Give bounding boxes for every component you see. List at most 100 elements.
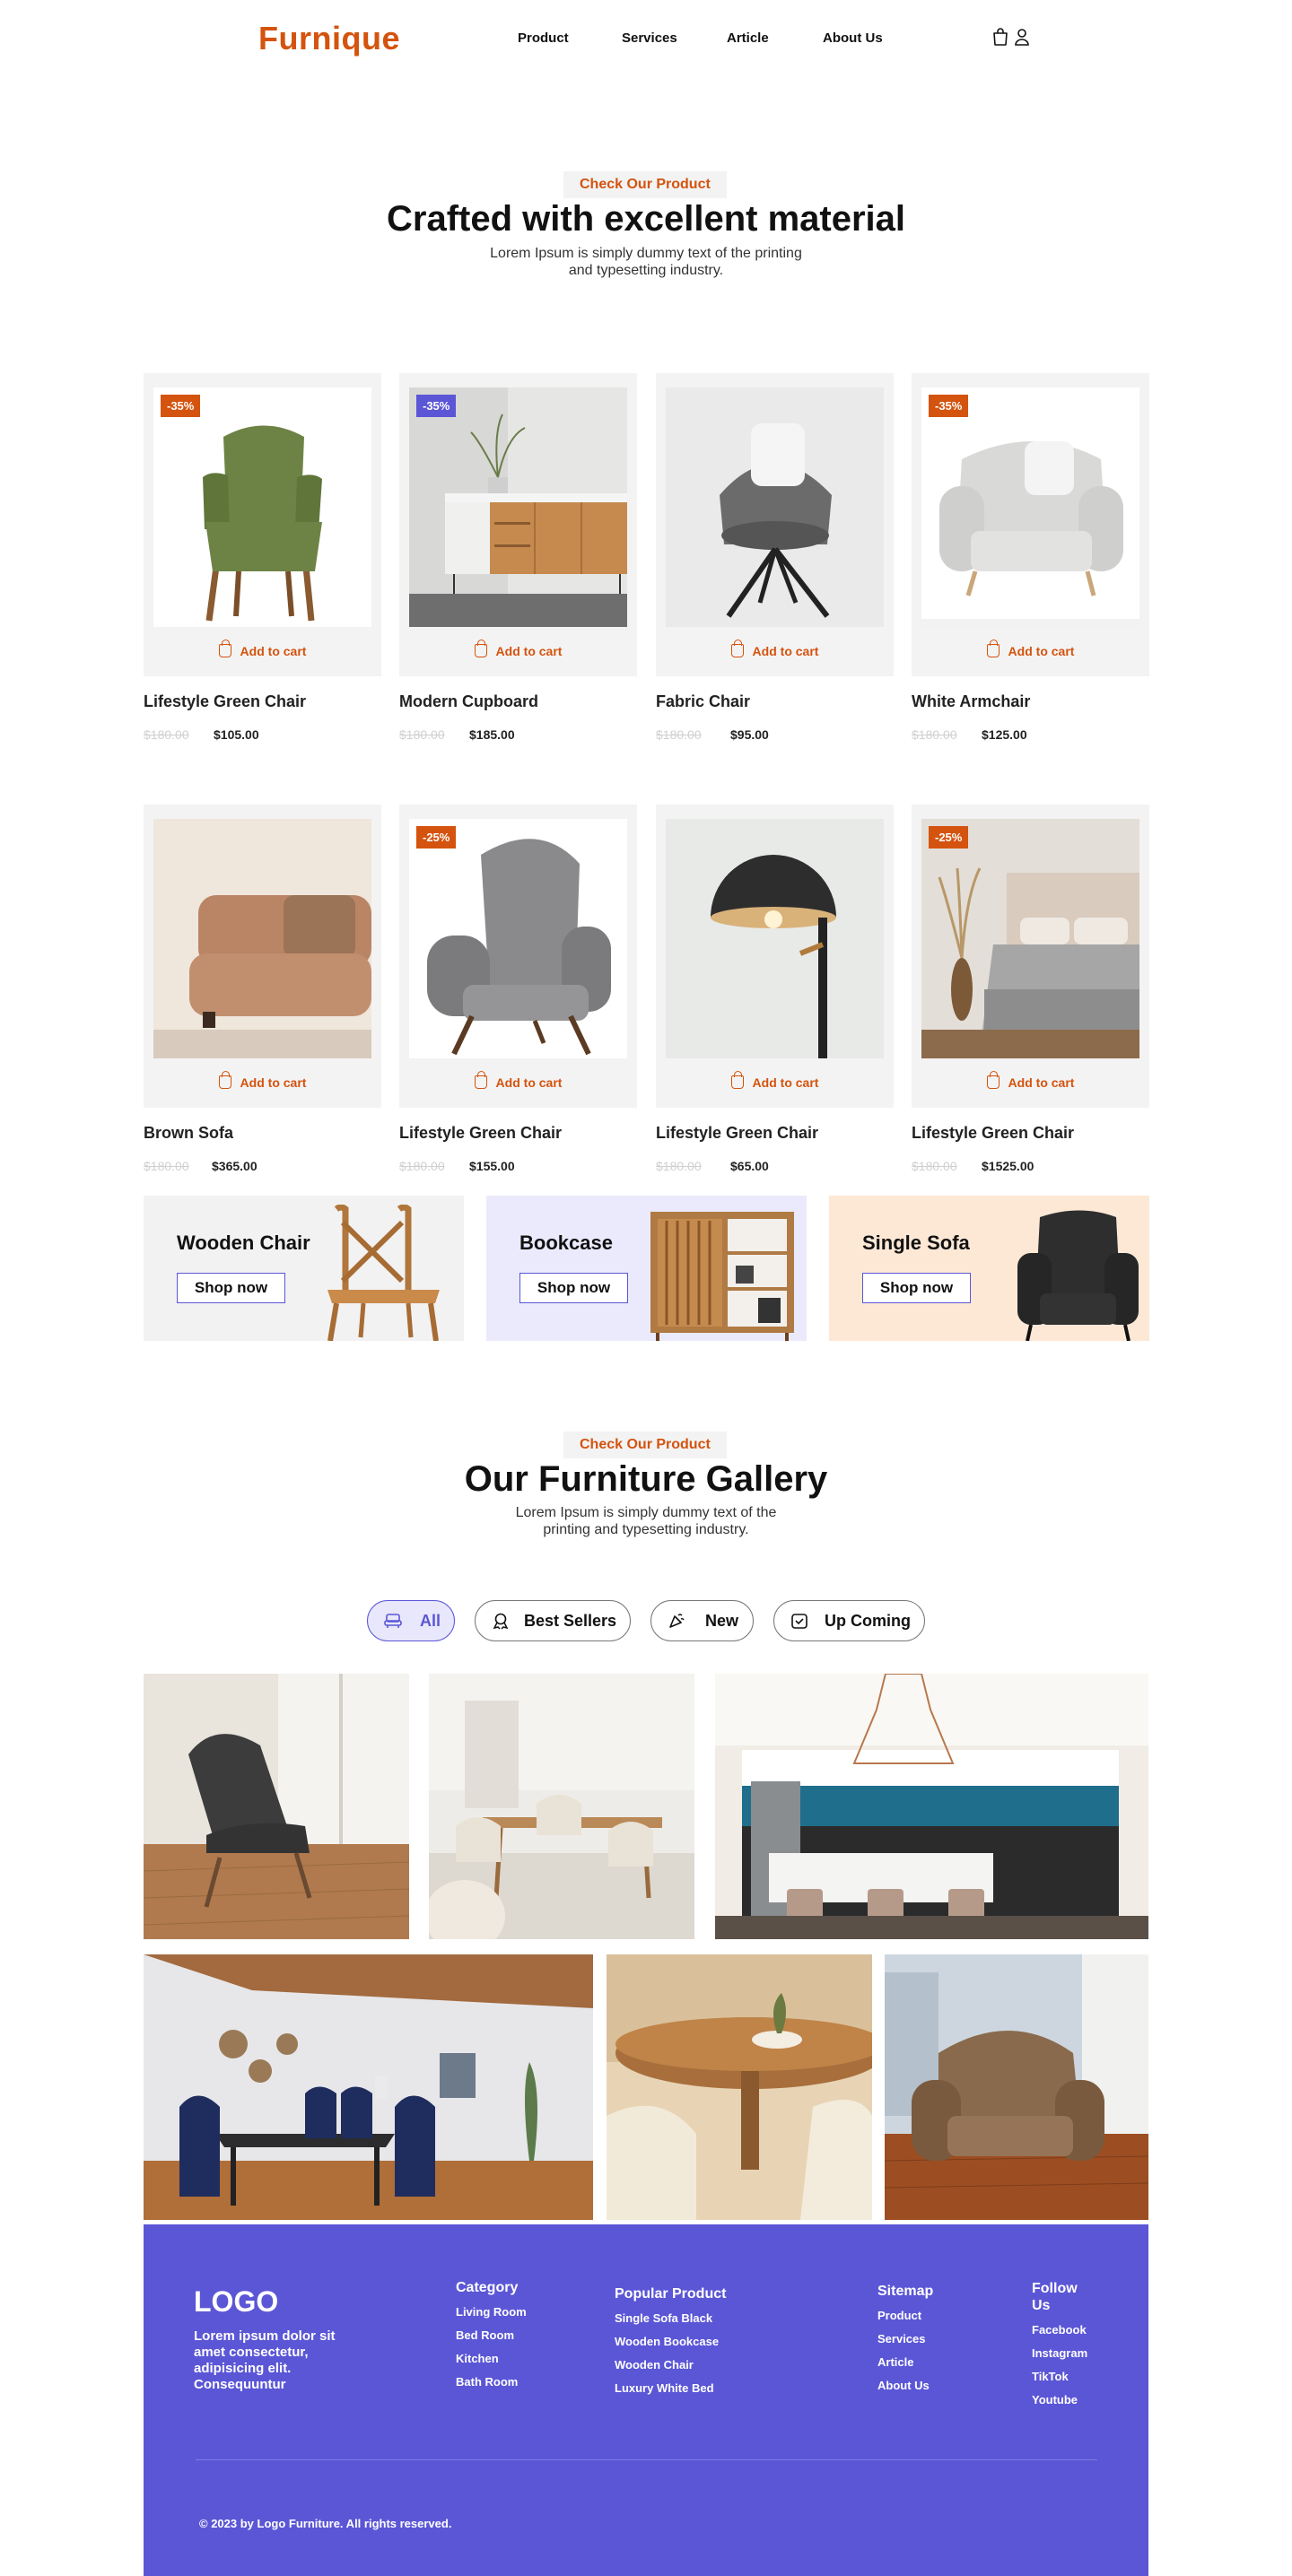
promo-banner-wooden-chair[interactable]: Wooden Chair Shop now <box>144 1196 464 1341</box>
shop-now-button[interactable]: Shop now <box>519 1273 628 1303</box>
add-to-cart-button[interactable]: Add to cart <box>912 1071 1149 1090</box>
user-icon[interactable] <box>1014 27 1030 47</box>
footer-link-luxury-white-bed[interactable]: Luxury White Bed <box>615 2381 767 2395</box>
product-image-fabric-chair <box>666 387 884 627</box>
product-name[interactable]: Lifestyle Green Chair <box>912 1124 1074 1143</box>
gallery-title: Our Furniture Gallery <box>464 1459 828 1499</box>
footer-link-instagram[interactable]: Instagram <box>1032 2346 1093 2360</box>
old-price: $180.00 <box>912 727 957 742</box>
product-name[interactable]: White Armchair <box>912 692 1030 711</box>
add-to-cart-button[interactable]: Add to cart <box>144 640 381 658</box>
footer-link-wooden-chair[interactable]: Wooden Chair <box>615 2358 767 2371</box>
shopping-bag-icon[interactable] <box>992 27 1008 47</box>
filter-new-button[interactable]: New <box>650 1600 754 1641</box>
nav-link-product[interactable]: Product <box>518 30 569 46</box>
product-name[interactable]: Lifestyle Green Chair <box>144 692 306 711</box>
footer-link-bath-room[interactable]: Bath Room <box>456 2375 528 2389</box>
shopping-bag-icon <box>218 1071 231 1089</box>
footer-link-youtube[interactable]: Youtube <box>1032 2393 1093 2406</box>
product-price: $65.00 <box>730 1159 769 1173</box>
award-icon <box>492 1612 510 1630</box>
product-card[interactable]: -35% Add to cart <box>399 373 637 676</box>
gallery-subtitle-line1: Lorem Ipsum is simply dummy text of the <box>515 1505 777 1520</box>
footer-link-article[interactable]: Article <box>877 2355 958 2369</box>
promo-title: Single Sofa <box>862 1231 970 1254</box>
footer-link-wooden-bookcase[interactable]: Wooden Bookcase <box>615 2335 767 2348</box>
product-name[interactable]: Lifestyle Green Chair <box>399 1124 562 1143</box>
filter-label: New <box>705 1611 739 1630</box>
product-card[interactable]: Add to cart <box>144 805 381 1108</box>
footer-link-services[interactable]: Services <box>877 2332 958 2345</box>
product-card[interactable]: Add to cart <box>656 373 894 676</box>
footer-link-bed-room[interactable]: Bed Room <box>456 2328 528 2342</box>
top-nav: Furnique Product Services Article About … <box>0 0 1292 81</box>
nav-link-services[interactable]: Services <box>622 30 677 46</box>
product-card[interactable]: -25% Add to cart <box>912 805 1149 1108</box>
promo-banner-bookcase[interactable]: Bookcase Shop now <box>486 1196 807 1341</box>
shopping-bag-icon <box>474 640 487 657</box>
product-image-floor-lamp <box>666 819 884 1058</box>
product-card[interactable]: -35% Add to cart <box>912 373 1149 676</box>
discount-badge: -25% <box>416 826 457 849</box>
section-pill: Check Our Product <box>563 171 727 198</box>
add-to-cart-button[interactable]: Add to cart <box>399 1071 637 1090</box>
product-name[interactable]: Lifestyle Green Chair <box>656 1124 818 1143</box>
footer-heading-sitemap: Sitemap <box>877 2284 934 2299</box>
product-card[interactable]: -25% Add to cart <box>399 805 637 1108</box>
nav-link-article[interactable]: Article <box>727 30 769 46</box>
filter-all-button[interactable]: All <box>367 1600 455 1641</box>
section-subtitle-line1: Lorem Ipsum is simply dummy text of the … <box>490 246 802 261</box>
footer-link-kitchen[interactable]: Kitchen <box>456 2352 528 2365</box>
gallery-image-kitchen[interactable] <box>715 1674 1148 1939</box>
footer-link-tiktok[interactable]: TikTok <box>1032 2370 1093 2383</box>
footer-link-single-sofa-black[interactable]: Single Sofa Black <box>615 2311 767 2325</box>
discount-badge: -25% <box>929 826 969 849</box>
shop-now-button[interactable]: Shop now <box>862 1273 971 1303</box>
footer-heading-follow-us: Follow Us <box>1032 2281 1078 2313</box>
gallery-image-blue-dining[interactable] <box>144 1954 593 2220</box>
old-price: $180.00 <box>656 1159 702 1173</box>
promo-banner-single-sofa[interactable]: Single Sofa Shop now <box>829 1196 1149 1341</box>
footer-description: Lorem ipsum dolor sit amet consectetur, … <box>194 2328 336 2392</box>
gallery-pill: Check Our Product <box>563 1432 727 1458</box>
gallery-image-round-table[interactable] <box>607 1954 872 2220</box>
filter-label: Up Coming <box>825 1611 911 1630</box>
footer-link-facebook[interactable]: Facebook <box>1032 2323 1093 2337</box>
add-to-cart-button[interactable]: Add to cart <box>399 640 637 658</box>
footer-link-product[interactable]: Product <box>877 2309 958 2322</box>
footer-link-about-us[interactable]: About Us <box>877 2379 958 2392</box>
shopping-bag-icon <box>986 1071 1000 1089</box>
nav-link-about-us[interactable]: About Us <box>823 30 883 46</box>
add-to-cart-button[interactable]: Add to cart <box>912 640 1149 658</box>
product-image-green-chair <box>153 387 371 627</box>
product-name[interactable]: Fabric Chair <box>656 692 750 711</box>
sofa-icon <box>384 1612 402 1630</box>
add-to-cart-button[interactable]: Add to cart <box>144 1071 381 1090</box>
add-to-cart-button[interactable]: Add to cart <box>656 640 894 658</box>
filter-best-sellers-button[interactable]: Best Sellers <box>475 1600 631 1641</box>
footer-copyright: © 2023 by Logo Furniture. All rights res… <box>199 2517 452 2530</box>
product-card[interactable]: -35% Add to cart <box>144 373 381 676</box>
main-menu: Product Services Article About Us <box>518 30 883 46</box>
footer-logo[interactable]: LOGO <box>194 2285 278 2319</box>
filter-up-coming-button[interactable]: Up Coming <box>773 1600 925 1641</box>
product-card[interactable]: Add to cart <box>656 805 894 1108</box>
add-to-cart-button[interactable]: Add to cart <box>656 1071 894 1090</box>
shop-now-button[interactable]: Shop now <box>177 1273 285 1303</box>
old-price: $180.00 <box>399 727 445 742</box>
gallery-image-armchair-window[interactable] <box>144 1674 409 1939</box>
add-to-cart-label: Add to cart <box>1008 1075 1075 1090</box>
promo-title: Wooden Chair <box>177 1231 310 1254</box>
product-name[interactable]: Brown Sofa <box>144 1124 233 1143</box>
calendar-check-icon <box>790 1612 808 1630</box>
product-name[interactable]: Modern Cupboard <box>399 692 538 711</box>
promo-title: Bookcase <box>519 1231 613 1254</box>
footer-heading-category: Category <box>456 2280 519 2295</box>
footer-link-living-room[interactable]: Living Room <box>456 2305 528 2319</box>
add-to-cart-label: Add to cart <box>1008 644 1075 658</box>
brand-logo[interactable]: Furnique <box>258 20 400 57</box>
product-image-modern-cupboard <box>409 387 627 627</box>
gallery-image-dining-room[interactable] <box>429 1674 694 1939</box>
gallery-image-leather-armchair[interactable] <box>885 1954 1148 2220</box>
bookcase-image <box>650 1212 794 1341</box>
